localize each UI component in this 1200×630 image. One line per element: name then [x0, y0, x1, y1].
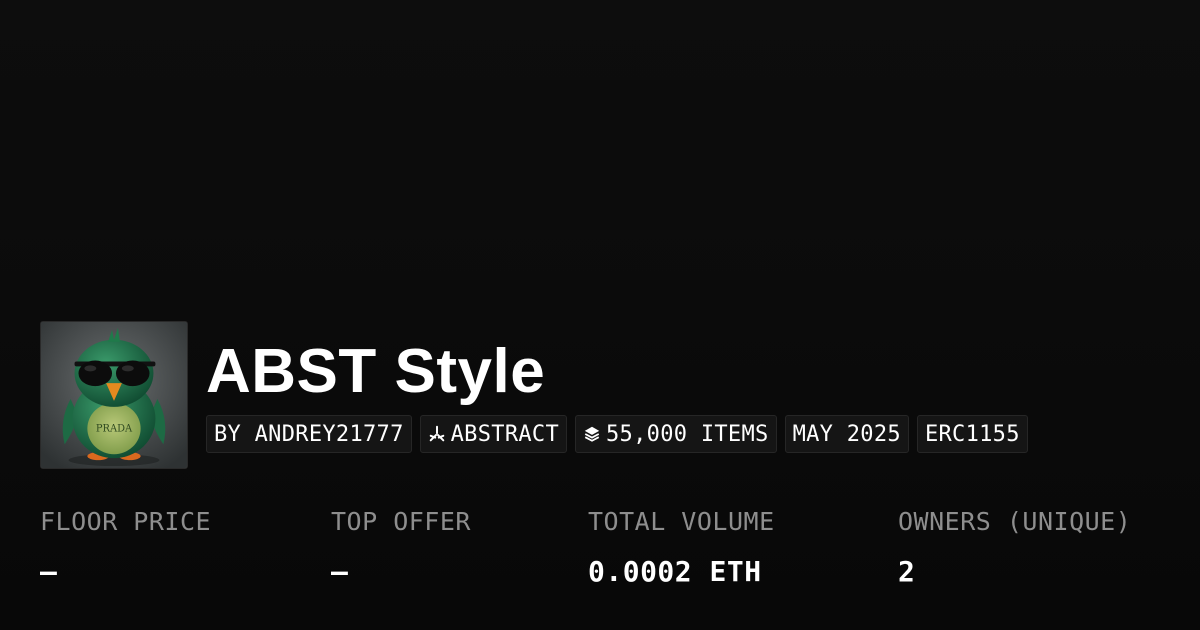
total-volume-value: 0.0002 ETH — [588, 555, 762, 588]
owners-stat: OWNERS (UNIQUE) 2 — [898, 504, 1131, 590]
chain-chip-label: ABSTRACT — [450, 421, 560, 447]
top-offer-label: TOP OFFER — [331, 507, 471, 536]
standard-chip-label: ERC1155 — [924, 421, 1020, 447]
chain-chip[interactable]: ABSTRACT — [419, 415, 568, 453]
total-volume-stat: TOTAL VOLUME 0.0002 ETH — [588, 504, 775, 590]
penguin-avatar-image: PRADA — [41, 322, 187, 468]
avatar-brand-text: PRADA — [96, 424, 133, 435]
standard-chip: ERC1155 — [916, 415, 1028, 453]
collection-title: ABST Style — [206, 337, 546, 406]
date-chip-label: MAY 2025 — [792, 421, 901, 447]
floor-price-value: – — [40, 555, 58, 588]
collection-avatar: PRADA — [40, 321, 188, 469]
owners-label: OWNERS (UNIQUE) — [898, 507, 1132, 536]
layers-icon — [584, 426, 600, 442]
top-offer-stat: TOP OFFER – — [331, 504, 471, 590]
items-chip: 55,000 ITEMS — [575, 415, 777, 453]
creator-chip-label: BY ANDREY21777 — [214, 421, 404, 447]
floor-price-stat: FLOOR PRICE – — [40, 504, 211, 590]
floor-price-label: FLOOR PRICE — [40, 507, 212, 536]
collection-info-chips: BY ANDREY21777 ABSTRACT 55,000 ITEMS MAY… — [206, 415, 1028, 453]
total-volume-label: TOTAL VOLUME — [588, 507, 775, 536]
abstract-logo-icon — [429, 425, 444, 442]
owners-value: 2 — [898, 555, 916, 588]
date-chip: MAY 2025 — [784, 415, 909, 453]
creator-chip[interactable]: BY ANDREY21777 — [206, 415, 412, 453]
items-chip-label: 55,000 ITEMS — [606, 421, 769, 447]
top-offer-value: – — [331, 555, 349, 588]
